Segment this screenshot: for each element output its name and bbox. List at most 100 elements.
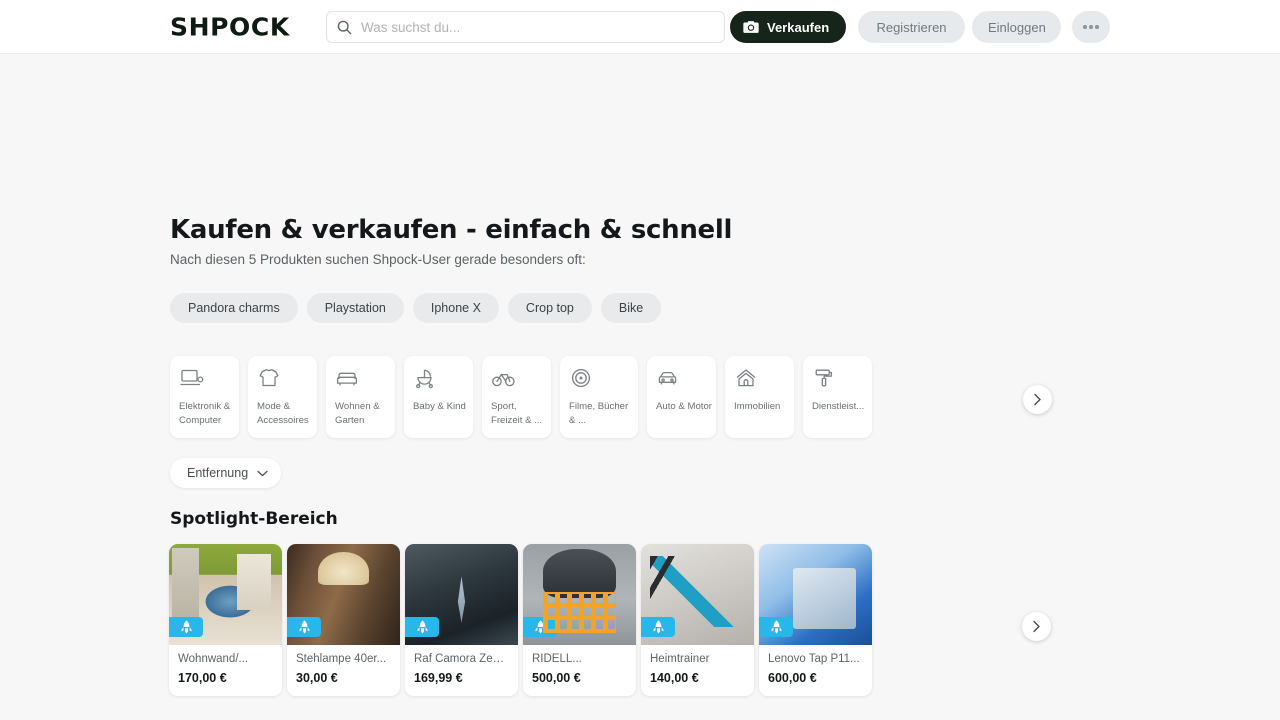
rocket-icon xyxy=(535,620,545,634)
suggestion-chip[interactable]: Bike xyxy=(600,293,662,323)
dot-icon xyxy=(1089,25,1093,29)
product-title: Wohnwand/... xyxy=(178,653,249,665)
sofa-icon xyxy=(336,372,358,386)
category-tile-dienstleistungen[interactable]: Dienstleist... xyxy=(803,356,872,438)
bicycle-icon xyxy=(492,373,515,387)
spotlight-card-list: Wohnwand/... 170,00 € Stehlampe 40er... … xyxy=(169,544,1051,696)
stroller-icon xyxy=(416,369,433,389)
product-info: Stehlampe 40er... 30,00 € xyxy=(287,645,400,696)
chevron-right-icon xyxy=(1034,393,1041,406)
spotlight-next-button[interactable] xyxy=(1022,612,1051,641)
search-bar[interactable] xyxy=(326,11,725,43)
product-title: Lenovo Tap P11... xyxy=(768,653,860,665)
product-price: 169,99 € xyxy=(414,671,463,685)
product-image xyxy=(405,544,518,645)
chevron-down-icon xyxy=(257,470,268,476)
suggestion-chip[interactable]: Iphone X xyxy=(412,293,499,323)
search-input[interactable] xyxy=(361,19,714,35)
product-info: Raf Camora Zeni... 169,99 € xyxy=(405,645,518,696)
category-label: Dienstleist... xyxy=(812,401,865,412)
product-price: 600,00 € xyxy=(768,671,817,685)
product-image xyxy=(523,544,636,645)
tshirt-icon xyxy=(259,368,279,387)
category-tile-auto[interactable]: Auto & Motor xyxy=(647,356,716,438)
sell-button-label: Verkaufen xyxy=(767,19,830,35)
category-tile-immobilien[interactable]: Immobilien xyxy=(725,356,794,438)
spotlight-section-title: Spotlight-Bereich xyxy=(170,509,338,529)
category-tile-sport[interactable]: Sport, Freizeit & ... xyxy=(482,356,551,438)
rocket-badge xyxy=(405,617,439,637)
camera-icon xyxy=(743,21,759,33)
laptop-icon xyxy=(180,369,204,386)
rocket-icon xyxy=(299,620,309,634)
category-list: Elektronik & Computer Mode & Accessoires… xyxy=(170,356,1052,438)
rocket-icon xyxy=(181,620,191,634)
product-info: Heimtrainer 140,00 € xyxy=(641,645,754,696)
login-button[interactable]: Einloggen xyxy=(972,11,1061,43)
site-header: SHPOCK Verkaufen Registrieren Einloggen xyxy=(0,0,1280,54)
category-tile-elektronik[interactable]: Elektronik & Computer xyxy=(170,356,239,438)
category-label: Wohnen & Garten xyxy=(335,401,380,426)
dot-icon xyxy=(1095,25,1099,29)
product-card[interactable]: Wohnwand/... 170,00 € xyxy=(169,544,282,696)
product-title: RIDELL... xyxy=(532,653,582,665)
suggestion-chip[interactable]: Crop top xyxy=(507,293,592,323)
category-label: Immobilien xyxy=(734,401,781,412)
more-options-button[interactable] xyxy=(1072,11,1110,43)
product-card[interactable]: Heimtrainer 140,00 € xyxy=(641,544,754,696)
product-image xyxy=(759,544,872,645)
rocket-icon xyxy=(417,620,427,634)
suggestion-chip[interactable]: Pandora charms xyxy=(170,293,298,323)
product-image xyxy=(641,544,754,645)
product-card[interactable]: Raf Camora Zeni... 169,99 € xyxy=(405,544,518,696)
register-button[interactable]: Registrieren xyxy=(858,11,965,43)
house-icon xyxy=(736,369,756,387)
rocket-badge xyxy=(169,617,203,637)
rocket-badge xyxy=(641,617,675,637)
category-label: Elektronik & Computer xyxy=(179,401,231,426)
car-icon xyxy=(658,371,677,385)
category-tile-baby[interactable]: Baby & Kind xyxy=(404,356,473,438)
dot-icon xyxy=(1083,25,1087,29)
rocket-badge xyxy=(287,617,321,637)
product-info: Lenovo Tap P11... 600,00 € xyxy=(759,645,872,696)
page-title: Kaufen & verkaufen - einfach & schnell xyxy=(170,215,733,245)
shpock-logo[interactable]: SHPOCK xyxy=(170,12,290,41)
category-label: Mode & Accessoires xyxy=(257,401,309,426)
product-price: 140,00 € xyxy=(650,671,699,685)
rocket-badge xyxy=(523,617,557,637)
suggestion-chip-list: Pandora charms Playstation Iphone X Crop… xyxy=(170,293,662,323)
product-title: Stehlampe 40er... xyxy=(296,653,387,665)
product-info: RIDELL... 500,00 € xyxy=(523,645,636,696)
rocket-icon xyxy=(771,620,781,634)
product-title: Raf Camora Zeni... xyxy=(414,653,509,665)
product-price: 170,00 € xyxy=(178,671,227,685)
category-tile-filme[interactable]: Filme, Bücher & ... xyxy=(560,356,638,438)
product-price: 500,00 € xyxy=(532,671,581,685)
category-label: Sport, Freizeit & ... xyxy=(491,401,543,426)
category-tile-mode[interactable]: Mode & Accessoires xyxy=(248,356,317,438)
distance-filter-button[interactable]: Entfernung xyxy=(170,458,282,488)
chevron-right-icon xyxy=(1033,620,1040,633)
sell-button[interactable]: Verkaufen xyxy=(730,11,847,43)
rocket-badge xyxy=(759,617,793,637)
category-tile-wohnen[interactable]: Wohnen & Garten xyxy=(326,356,395,438)
product-title: Heimtrainer xyxy=(650,653,710,665)
search-icon xyxy=(337,20,352,34)
page-body: Kaufen & verkaufen - einfach & schnell N… xyxy=(0,54,1280,720)
paint-roller-icon xyxy=(815,369,833,387)
product-price: 30,00 € xyxy=(296,671,338,685)
category-label: Filme, Bücher & ... xyxy=(569,401,629,426)
product-card[interactable]: Lenovo Tap P11... 600,00 € xyxy=(759,544,872,696)
product-image xyxy=(287,544,400,645)
vinyl-record-icon xyxy=(571,368,591,388)
suggestion-chip[interactable]: Playstation xyxy=(306,293,404,323)
category-label: Baby & Kind xyxy=(413,401,466,412)
product-card[interactable]: RIDELL... 500,00 € xyxy=(523,544,636,696)
product-image xyxy=(169,544,282,645)
product-card[interactable]: Stehlampe 40er... 30,00 € xyxy=(287,544,400,696)
rocket-icon xyxy=(653,620,663,634)
product-info: Wohnwand/... 170,00 € xyxy=(169,645,282,696)
distance-filter-label: Entfernung xyxy=(187,466,249,480)
categories-next-button[interactable] xyxy=(1023,385,1052,414)
